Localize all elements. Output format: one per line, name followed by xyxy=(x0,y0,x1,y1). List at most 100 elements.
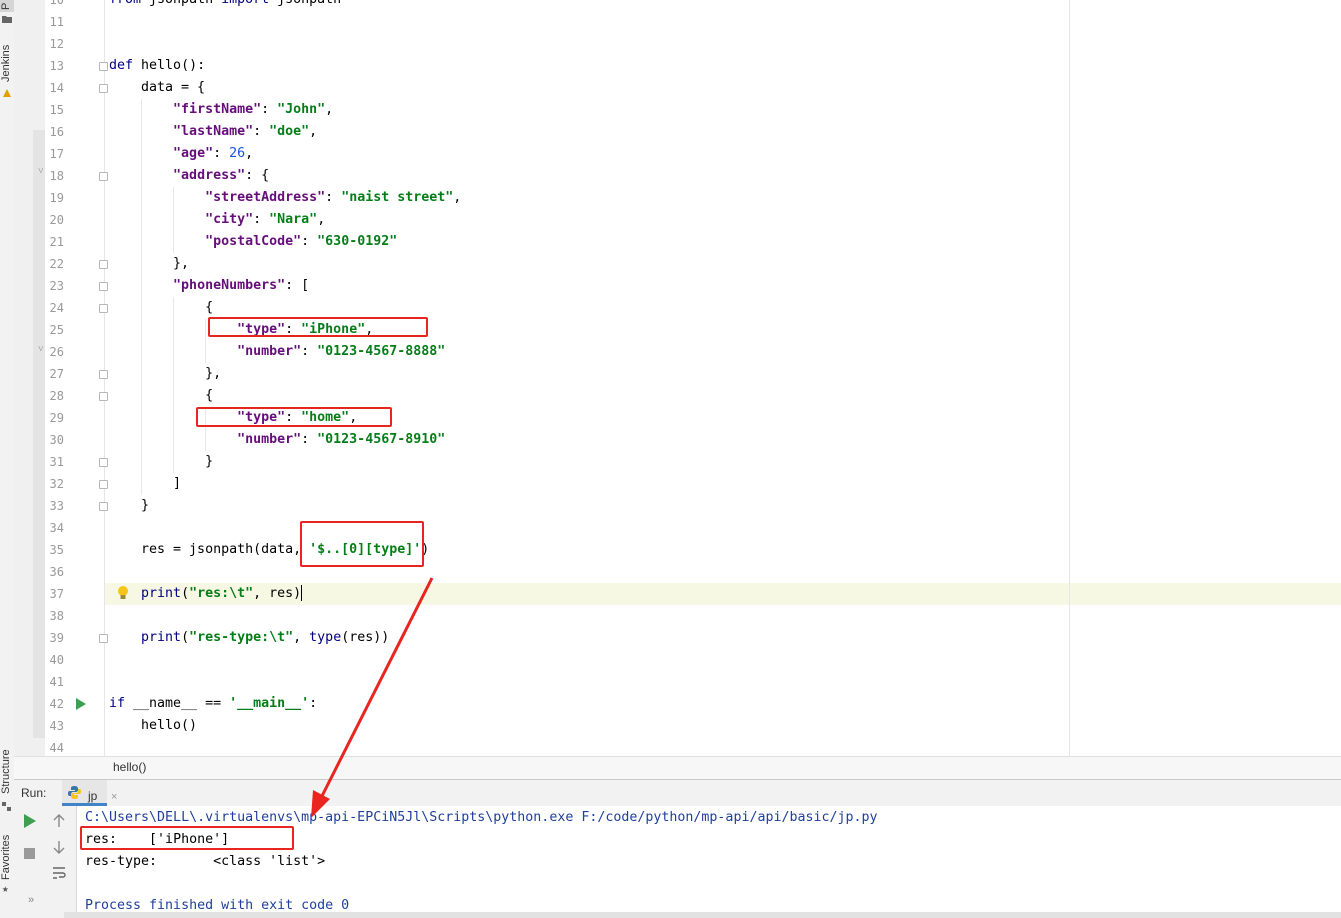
structure-icon xyxy=(2,802,11,811)
keyword: if xyxy=(109,696,126,711)
stop-icon[interactable] xyxy=(24,848,35,859)
fold-marker-icon[interactable] xyxy=(99,260,108,269)
line-number: 30 xyxy=(49,433,64,447)
right-margin-guide xyxy=(1069,0,1070,756)
star-icon: ★ xyxy=(2,882,9,895)
code-line-24[interactable]: { xyxy=(109,297,213,319)
code-line-14[interactable]: data = { xyxy=(109,77,205,99)
dict-key: "address" xyxy=(173,168,246,183)
dict-key: "city" xyxy=(205,212,254,227)
rerun-icon[interactable] xyxy=(24,814,36,828)
line-number: 21 xyxy=(49,235,64,249)
dict-key: "lastName" xyxy=(173,124,254,139)
jenkins-icon xyxy=(3,89,11,97)
punct: , xyxy=(309,124,318,139)
number-literal: 26 xyxy=(229,146,246,161)
fold-marker-icon[interactable] xyxy=(99,458,108,467)
fold-marker-icon[interactable] xyxy=(99,282,108,291)
run-panel-header: Run: jp × xyxy=(14,779,1341,807)
line-number-gutter: 10 11 12 13 14 15 16 17 18 19 20 21 22 2… xyxy=(45,0,128,756)
code-text: , res xyxy=(253,586,294,601)
line-number: 39 xyxy=(49,631,64,645)
dict-key: "streetAddress" xyxy=(205,190,326,205)
line-number: 32 xyxy=(49,477,64,491)
code-line-32[interactable]: ] xyxy=(109,473,181,495)
code-line-33[interactable]: } xyxy=(109,495,149,517)
line-number: 13 xyxy=(49,59,64,73)
annotation-box-home-type xyxy=(196,407,392,427)
expand-more-icon[interactable]: » xyxy=(28,894,34,906)
code-line-13[interactable]: def hello(): xyxy=(109,55,205,77)
code-line-20[interactable]: "city": "Nara", xyxy=(109,209,325,231)
soft-wrap-icon[interactable] xyxy=(52,866,66,880)
code-line-10[interactable]: from jsonpath import jsonpath xyxy=(109,0,341,11)
code-line-39[interactable]: print("res-type:\t", type(res)) xyxy=(109,627,389,649)
arrow-down-icon[interactable] xyxy=(53,840,65,854)
separator: : xyxy=(261,102,278,117)
code-line-31[interactable]: } xyxy=(109,451,213,473)
code-line-27[interactable]: }, xyxy=(109,363,221,385)
code-line-16[interactable]: "lastName": "doe", xyxy=(109,121,317,143)
line-number: 17 xyxy=(49,147,64,161)
annotation-box-iphone-type xyxy=(208,317,428,337)
code-line-17[interactable]: "age": 26, xyxy=(109,143,253,165)
code-line-19[interactable]: "streetAddress": "naist street", xyxy=(109,187,461,209)
code-line-18[interactable]: "address": { xyxy=(109,165,269,187)
line-number: 25 xyxy=(49,323,64,337)
fold-marker-icon[interactable] xyxy=(99,502,108,511)
separator: : xyxy=(301,234,318,249)
code-line-42[interactable]: if __name__ == '__main__': xyxy=(109,693,317,715)
console-output[interactable]: C:\Users\DELL\.virtualenvs\mp-api-EPCiN5… xyxy=(77,806,1341,918)
line-number: 29 xyxy=(49,411,64,425)
punct: , xyxy=(325,102,334,117)
code-line-21[interactable]: "postalCode": "630-0192" xyxy=(109,231,397,253)
fold-marker-icon[interactable] xyxy=(99,392,108,401)
code-line-28[interactable]: { xyxy=(109,385,213,407)
fold-marker-icon[interactable] xyxy=(99,370,108,379)
fold-marker-icon[interactable] xyxy=(99,172,108,181)
code-text: res = jsonpath(data, xyxy=(109,542,310,557)
punct: (res)) xyxy=(341,630,390,645)
fold-marker-icon[interactable] xyxy=(99,62,108,71)
fold-marker-icon[interactable] xyxy=(99,634,108,643)
code-line-43[interactable]: hello() xyxy=(109,715,197,737)
separator: : xyxy=(245,168,262,183)
project-tool-tab[interactable]: P xyxy=(0,0,14,12)
code-line-37[interactable]: print("res:\t", res) xyxy=(109,583,303,605)
punct: { xyxy=(261,168,270,183)
jenkins-tool-tab[interactable]: Jenkins xyxy=(0,42,14,84)
arrow-up-icon[interactable] xyxy=(53,814,65,828)
run-gutter-icon[interactable] xyxy=(76,698,86,710)
separator: : xyxy=(213,146,230,161)
line-number: 34 xyxy=(49,521,64,535)
horizontal-scrollbar[interactable] xyxy=(64,912,1341,918)
line-number: 42 xyxy=(49,697,64,711)
annotation-box-jsonpath-expr xyxy=(300,521,424,567)
line-number: 18 xyxy=(49,169,64,183)
annotation-box-console-result xyxy=(80,826,294,850)
favorites-tool-tab[interactable]: Favorites xyxy=(0,832,14,882)
run-tab-jp[interactable]: jp × xyxy=(62,780,117,806)
code-line-30[interactable]: "number": "0123-4567-8910" xyxy=(109,429,445,451)
string-literal: "0123-4567-8910" xyxy=(317,432,446,447)
punct: : xyxy=(309,696,318,711)
breadcrumb-item[interactable]: hello() xyxy=(113,760,146,774)
fold-marker-icon[interactable] xyxy=(99,84,108,93)
line-number: 16 xyxy=(49,125,64,139)
console-line-res-type: res-type: <class 'list'> xyxy=(85,854,326,869)
line-number: 26 xyxy=(49,345,64,359)
fold-marker-icon[interactable] xyxy=(99,304,108,313)
code-line-22[interactable]: }, xyxy=(109,253,189,275)
close-icon[interactable]: × xyxy=(111,791,117,803)
structure-tool-tab[interactable]: Structure xyxy=(0,746,14,798)
punct: ( xyxy=(181,630,190,645)
line-number: 37 xyxy=(49,587,64,601)
code-line-26[interactable]: "number": "0123-4567-8888" xyxy=(109,341,445,363)
code-line-23[interactable]: "phoneNumbers": [ xyxy=(109,275,309,297)
code-line-15[interactable]: "firstName": "John", xyxy=(109,99,333,121)
fold-marker-icon[interactable] xyxy=(99,480,108,489)
